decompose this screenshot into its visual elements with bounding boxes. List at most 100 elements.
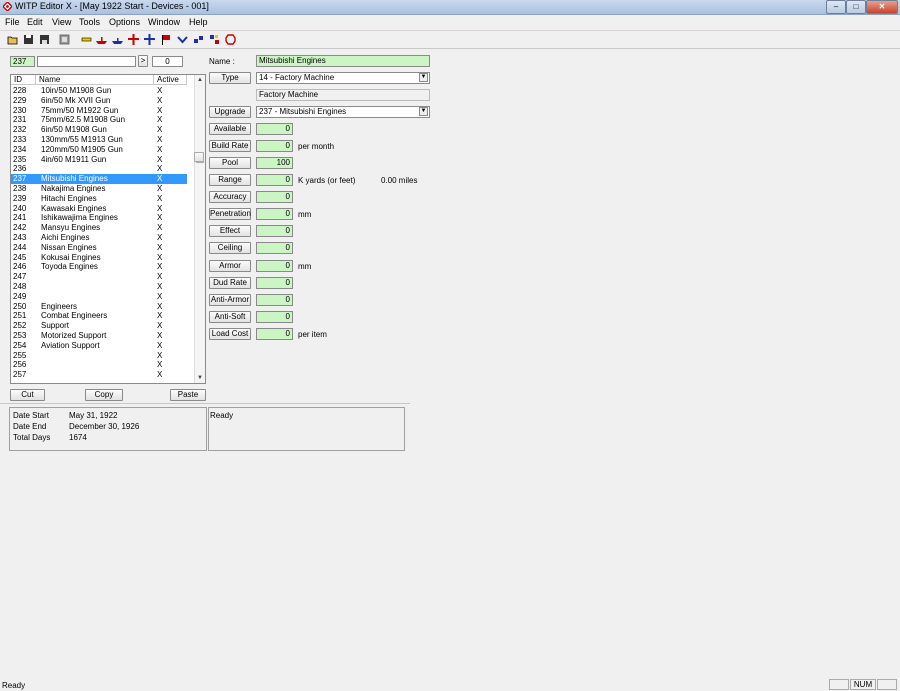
list-item[interactable]: 228 10in/50 M1908 Gun X	[11, 86, 187, 96]
maximize-button[interactable]: □	[846, 0, 866, 14]
list-item[interactable]: 230 75mm/50 M1922 Gun X	[11, 106, 187, 116]
anti-armor-field[interactable]: 0	[256, 294, 293, 306]
menu-edit[interactable]: Edit	[27, 17, 43, 27]
menu-help[interactable]: Help	[189, 17, 208, 27]
flag-icon[interactable]	[161, 34, 172, 45]
list-item[interactable]: 254 Aviation Support X	[11, 341, 187, 351]
menu-options[interactable]: Options	[109, 17, 140, 27]
leader-icon[interactable]	[225, 34, 236, 45]
minimize-button[interactable]: –	[826, 0, 846, 14]
list-item[interactable]: 241 Ishikawajima Engines X	[11, 213, 187, 223]
pool-field[interactable]: 100	[256, 157, 293, 169]
list-item[interactable]: 237 Mitsubishi Engines X	[11, 174, 187, 185]
list-item[interactable]: 244 Nissan Engines X	[11, 243, 187, 253]
chevron-icon[interactable]	[177, 34, 188, 45]
unit-icon[interactable]	[193, 34, 204, 45]
open-icon[interactable]	[7, 34, 18, 45]
dud-rate-button[interactable]: Dud Rate	[209, 277, 251, 289]
type-button[interactable]: Type	[209, 72, 251, 84]
list-item[interactable]: 239 Hitachi Engines X	[11, 194, 187, 204]
list-item[interactable]: 248 X	[11, 282, 187, 292]
chevron-down-icon[interactable]: ▼	[419, 107, 428, 116]
copy-button[interactable]: Copy	[85, 389, 123, 401]
armor-field[interactable]: 0	[256, 260, 293, 272]
list-scrollbar[interactable]: ▲ ▼	[194, 75, 205, 383]
aircraft-group-icon[interactable]	[144, 34, 155, 45]
scroll-down-icon[interactable]: ▼	[196, 374, 204, 382]
ship-class-icon[interactable]	[112, 34, 123, 45]
load-cost-button[interactable]: Load Cost	[209, 328, 251, 340]
build-rate-button[interactable]: Build Rate	[209, 140, 251, 152]
id-search-field[interactable]: 237	[10, 56, 35, 67]
accuracy-button[interactable]: Accuracy	[209, 191, 251, 203]
anti-soft-field[interactable]: 0	[256, 311, 293, 323]
device-icon[interactable]	[81, 34, 92, 45]
build-rate-field[interactable]: 0	[256, 140, 293, 152]
document-icon[interactable]	[59, 34, 70, 45]
type-select[interactable]: 14 - Factory Machine ▼	[256, 72, 430, 84]
anti-soft-button[interactable]: Anti-Soft	[209, 311, 251, 323]
list-item[interactable]: 238 Nakajima Engines X	[11, 184, 187, 194]
column-header-active[interactable]: Active	[154, 75, 187, 85]
cut-button[interactable]: Cut	[10, 389, 45, 401]
list-item[interactable]: 235 4in/60 M1911 Gun X	[11, 155, 187, 165]
list-item[interactable]: 242 Mansyu Engines X	[11, 223, 187, 233]
list-item[interactable]: 234 120mm/50 M1905 Gun X	[11, 145, 187, 155]
list-item[interactable]: 246 Toyoda Engines X	[11, 262, 187, 272]
upgrade-button[interactable]: Upgrade	[209, 106, 251, 118]
menu-tools[interactable]: Tools	[79, 17, 100, 27]
available-field[interactable]: 0	[256, 123, 293, 135]
list-item[interactable]: 247 X	[11, 272, 187, 282]
paste-button[interactable]: Paste	[170, 389, 206, 401]
list-item[interactable]: 240 Kawasaki Engines X	[11, 204, 187, 214]
list-item[interactable]: 255 X	[11, 351, 187, 361]
list-item[interactable]: 232 6in/50 M1908 Gun X	[11, 125, 187, 135]
list-item[interactable]: 256 X	[11, 360, 187, 370]
list-item[interactable]: 252 Support X	[11, 321, 187, 331]
ceiling-button[interactable]: Ceiling	[209, 242, 251, 254]
anti-armor-button[interactable]: Anti-Armor	[209, 294, 251, 306]
accuracy-field[interactable]: 0	[256, 191, 293, 203]
ship-icon[interactable]	[96, 34, 107, 45]
column-header-name[interactable]: Name	[36, 75, 154, 85]
go-button[interactable]: >	[138, 55, 148, 67]
aircraft-icon[interactable]	[128, 34, 139, 45]
menu-view[interactable]: View	[52, 17, 71, 27]
penetration-button[interactable]: Penetration	[209, 208, 251, 220]
list-item[interactable]: 233 130mm/55 M1913 Gun X	[11, 135, 187, 145]
list-item[interactable]: 250 Engineers X	[11, 302, 187, 312]
ceiling-field[interactable]: 0	[256, 242, 293, 254]
name-field[interactable]: Mitsubishi Engines	[256, 55, 430, 67]
range-button[interactable]: Range	[209, 174, 251, 186]
list-item[interactable]: 229 6in/50 Mk XVII Gun X	[11, 96, 187, 106]
armor-button[interactable]: Armor	[209, 260, 251, 272]
available-button[interactable]: Available	[209, 123, 251, 135]
dud-rate-field[interactable]: 0	[256, 277, 293, 289]
load-cost-field[interactable]: 0	[256, 328, 293, 340]
device-list[interactable]: ID Name Active 228 10in/50 M1908 Gun X 229 6…	[10, 74, 206, 384]
column-header-id[interactable]: ID	[11, 75, 36, 85]
list-item[interactable]: 251 Combat Engineers X	[11, 311, 187, 321]
list-item[interactable]: 243 Aichi Engines X	[11, 233, 187, 243]
list-item[interactable]: 231 75mm/62.5 M1908 Gun X	[11, 115, 187, 125]
menu-window[interactable]: Window	[148, 17, 180, 27]
range-field[interactable]: 0	[256, 174, 293, 186]
effect-field[interactable]: 0	[256, 225, 293, 237]
penetration-field[interactable]: 0	[256, 208, 293, 220]
list-item[interactable]: 236 X	[11, 164, 187, 174]
map-icon[interactable]	[209, 34, 220, 45]
list-item[interactable]: 249 X	[11, 292, 187, 302]
chevron-down-icon[interactable]: ▼	[419, 73, 428, 82]
list-item[interactable]: 245 Kokusai Engines X	[11, 253, 187, 263]
scroll-up-icon[interactable]: ▲	[196, 76, 204, 84]
menu-file[interactable]: File	[5, 17, 20, 27]
save-icon[interactable]	[23, 34, 34, 45]
name-search-field[interactable]	[37, 56, 136, 67]
splitter-handle[interactable]	[194, 152, 204, 162]
upgrade-select[interactable]: 237 - Mitsubishi Engines ▼	[256, 106, 430, 118]
save-all-icon[interactable]	[39, 34, 50, 45]
list-item[interactable]: 253 Motorized Support X	[11, 331, 187, 341]
close-button[interactable]: ✕	[866, 0, 898, 14]
pool-button[interactable]: Pool	[209, 157, 251, 169]
list-item[interactable]: 257 X	[11, 370, 187, 380]
